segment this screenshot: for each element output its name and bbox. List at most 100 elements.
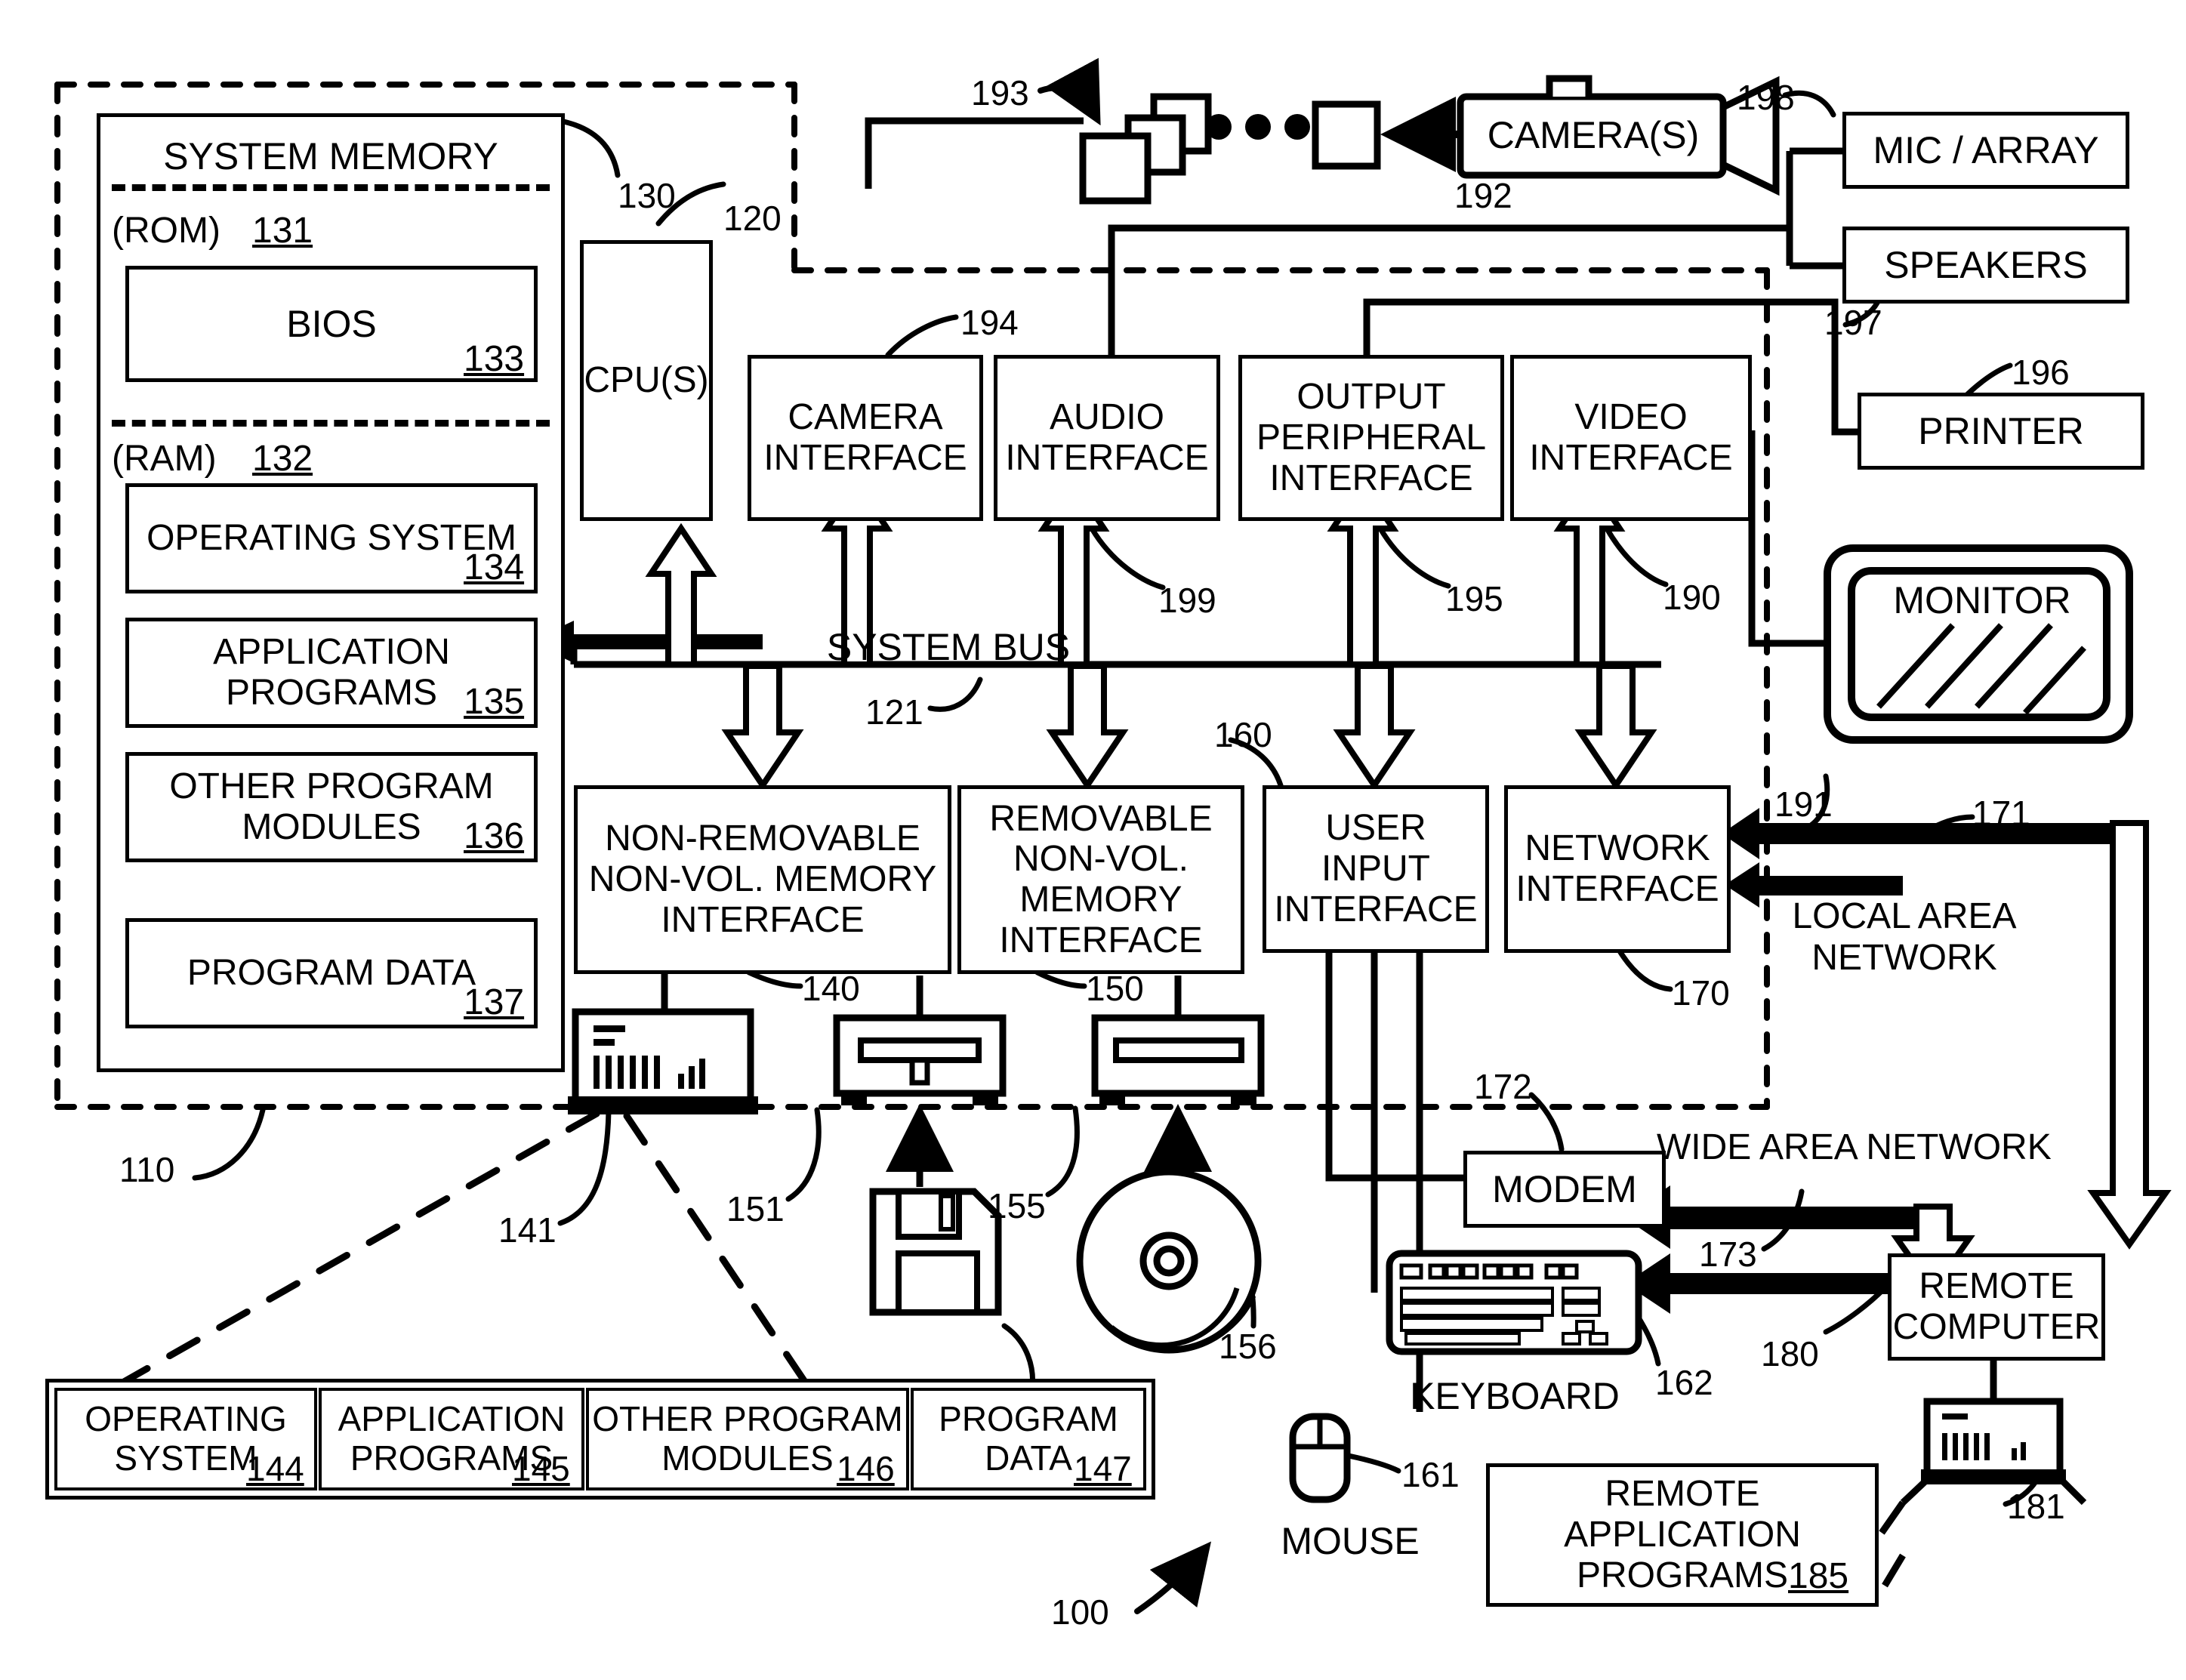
local-area-network-ref: 171 [1972, 794, 2030, 833]
audio-interface-box: AUDIO INTERFACE [994, 355, 1220, 521]
mouse-icon [1289, 1413, 1351, 1503]
rom-ref: 131 [252, 211, 313, 251]
removable-memory-interface-box: REMOVABLE NON-VOL. MEMORY INTERFACE [957, 785, 1244, 974]
floppy-drive-connection-ref: 155 [988, 1186, 1046, 1225]
cpu-label: CPU(S) [584, 360, 709, 401]
speakers-label: SPEAKERS [1884, 244, 2088, 286]
leader-155 [1045, 1105, 1080, 1198]
wide-area-network-label: WIDE AREA NETWORK [1657, 1127, 2052, 1167]
ram-program-data-ref: 137 [464, 982, 525, 1022]
speakers-ref: 197 [1824, 303, 1882, 342]
hard-disk-ref: 141 [498, 1210, 557, 1250]
bottom-program-data-ref: 147 [1074, 1449, 1132, 1488]
network-interface-box: NETWORK INTERFACE [1504, 785, 1731, 953]
camera-interface-label: CAMERA INTERFACE [763, 397, 967, 478]
non-removable-memory-interface-ref: 140 [802, 969, 860, 1008]
network-interface-ref: 170 [1672, 973, 1730, 1013]
bottom-other-program-modules-ref: 146 [837, 1449, 895, 1488]
speakers-box: SPEAKERS [1842, 227, 2129, 304]
leader-195 [1377, 526, 1451, 589]
monitor-label: MONITOR [1893, 579, 2071, 621]
leader-172 [1528, 1092, 1565, 1152]
leader-194 [885, 314, 959, 358]
output-peripheral-interface-ref: 195 [1445, 579, 1503, 618]
monitor-wiring [1748, 430, 1826, 647]
rom-ram-divider-top [112, 184, 550, 191]
lan-down-arrow [2087, 820, 2172, 1250]
camera-interface-ref: 194 [960, 303, 1019, 342]
ram-operating-system-ref: 134 [464, 547, 525, 587]
remote-application-programs-ref: 185 [1788, 1556, 1849, 1596]
modem-label: MODEM [1492, 1168, 1637, 1210]
wide-area-network-ref: 173 [1699, 1235, 1757, 1274]
modem-ref: 172 [1474, 1067, 1532, 1106]
ram-label: (RAM) [112, 439, 217, 479]
mouse-ref: 161 [1401, 1455, 1460, 1494]
hard-disk-drive-icon [568, 974, 758, 1114]
ram-other-program-modules-ref: 136 [464, 816, 525, 856]
mouse-label: MOUSE [1281, 1520, 1420, 1562]
user-input-interface-label: USER INPUT INTERFACE [1274, 808, 1478, 929]
mic-array-ref: 198 [1737, 78, 1795, 117]
computer-boundary-ref: 110 [119, 1150, 175, 1189]
system-memory-title: SYSTEM MEMORY [163, 135, 498, 177]
video-interface-label: VIDEO INTERFACE [1529, 397, 1733, 478]
printer-label: PRINTER [1918, 410, 2084, 452]
video-interface-box: VIDEO INTERFACE [1510, 355, 1752, 521]
hard-disk-connection-ref: 151 [726, 1189, 785, 1228]
cameras-label: CAMERA(S) [1487, 114, 1700, 156]
camera-interface-box: CAMERA INTERFACE [748, 355, 983, 521]
local-area-network-label: LOCAL AREA NETWORK [1792, 896, 2017, 978]
leader-151 [785, 1107, 822, 1202]
keyboard-label: KEYBOARD [1410, 1375, 1620, 1417]
monitor-icon [1824, 544, 2133, 744]
removable-memory-interface-ref: 150 [1086, 969, 1144, 1008]
leader-180 [1823, 1285, 1888, 1335]
rom-label: (ROM) [112, 211, 220, 251]
leader-110 [192, 1107, 266, 1181]
user-input-interface-box: USER INPUT INTERFACE [1263, 785, 1489, 953]
images-ref: 193 [971, 73, 1029, 113]
audio-interface-ref: 199 [1158, 581, 1216, 620]
bottom-application-programs-ref: 145 [512, 1449, 570, 1488]
user-input-interface-ref: 160 [1214, 715, 1272, 754]
leader-140 [746, 969, 803, 989]
ram-operating-system-label: OPERATING SYSTEM [146, 518, 516, 559]
bottom-operating-system-ref: 144 [246, 1449, 304, 1488]
bios-ref: 133 [464, 339, 525, 379]
remote-pc-icon-ref: 181 [2007, 1487, 2065, 1526]
ram-ref: 132 [252, 439, 313, 479]
rom-ram-divider-mid [112, 420, 550, 427]
network-interface-label: NETWORK INTERFACE [1515, 828, 1719, 909]
camera-wiring [865, 117, 1084, 189]
leader-161 [1346, 1453, 1401, 1474]
floppy-drive-icon [833, 976, 1007, 1105]
floppy-disk-icon [869, 1188, 1002, 1316]
printer-box: PRINTER [1858, 393, 2144, 470]
leader-190 [1604, 526, 1669, 587]
remote-computer-ref: 180 [1761, 1334, 1819, 1373]
bios-label: BIOS [286, 303, 377, 345]
cameras-ref: 192 [1454, 176, 1512, 215]
image-frames-icon [1079, 93, 1381, 205]
modem-box: MODEM [1463, 1151, 1666, 1228]
leader-121 [927, 677, 983, 712]
remote-computer-label: REMOTE COMPUTER [1892, 1266, 2101, 1347]
video-interface-ref: 190 [1663, 578, 1721, 617]
removable-memory-interface-label: REMOVABLE NON-VOL. MEMORY INTERFACE [989, 798, 1213, 960]
monitor-ref: 191 [1774, 785, 1833, 824]
leader-193 [1038, 57, 1101, 126]
output-peripheral-interface-box: OUTPUT PERIPHERAL INTERFACE [1238, 355, 1504, 521]
system-memory-ref: 130 [618, 176, 676, 215]
cpu-box: CPU(S) [580, 240, 713, 521]
mic-array-box: MIC / ARRAY [1842, 112, 2129, 189]
ram-application-programs-ref: 135 [464, 682, 525, 722]
system-ref-100: 100 [1051, 1592, 1109, 1632]
leader-150 [1034, 969, 1087, 989]
cpu-ref: 120 [723, 199, 782, 238]
figure-canvas: SYSTEM MEMORY (ROM) 131 (RAM) 132 BIOS 1… [0, 0, 2186, 1680]
system-bus-ref: 121 [865, 692, 923, 732]
printer-ref: 196 [2012, 353, 2070, 392]
leader-199 [1089, 526, 1166, 590]
keyboard-icon [1386, 1250, 1642, 1355]
